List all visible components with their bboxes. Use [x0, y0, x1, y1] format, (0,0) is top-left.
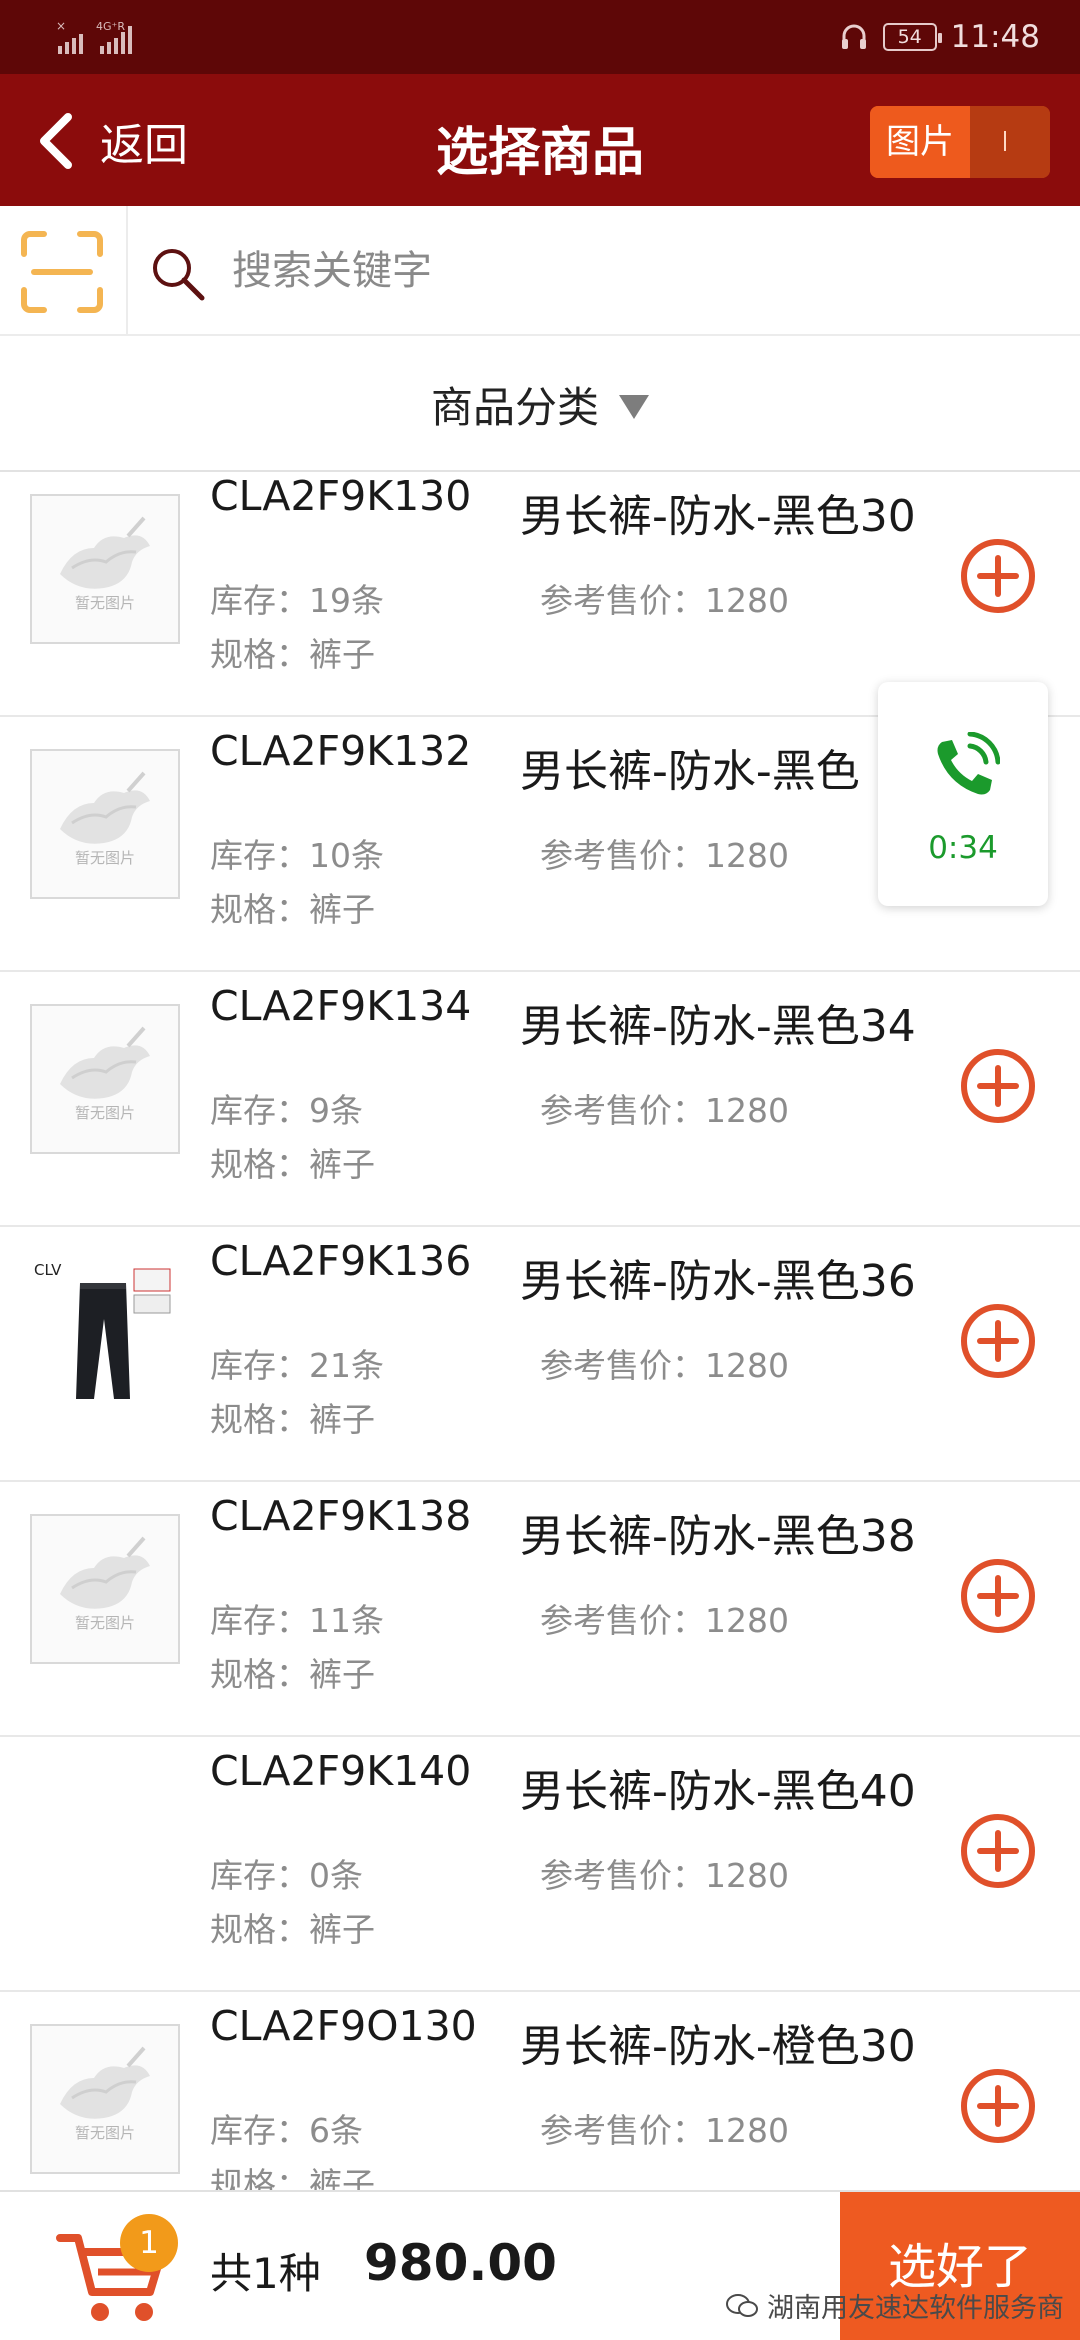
product-row[interactable]: 暂无图片 CLA2F9O130 男长裤-防水-橙色30 库存：6条 参考售价：1280 规…	[0, 1992, 1080, 2190]
category-label: 商品分类	[430, 383, 599, 432]
category-filter[interactable]: 商品分类	[0, 336, 1080, 472]
product-stock: 库存：6条	[210, 2111, 363, 2150]
pants-photo: CLV	[30, 1259, 176, 1405]
search-input[interactable]	[232, 234, 1032, 308]
product-thumbnail[interactable]: 暂无图片	[30, 749, 180, 899]
product-thumbnail[interactable]: CLV	[30, 1259, 180, 1409]
add-to-cart-button[interactable]	[958, 1046, 1038, 1126]
photo-brand: CLV	[34, 1261, 62, 1279]
product-spec: 规格：裤子	[210, 1910, 375, 1949]
product-name: 男长裤-防水-黑色34	[520, 1001, 916, 1052]
image-mode-toggle[interactable]: 图片	[870, 106, 1050, 178]
no-image-text: 暂无图片	[75, 1614, 135, 1632]
product-spec: 规格：裤子	[210, 1400, 375, 1439]
product-price: 参考售价：1280	[540, 1856, 789, 1895]
watermark-text: 湖南用友速达软件服务商	[767, 2293, 1064, 2324]
add-to-cart-button[interactable]	[958, 1301, 1038, 1381]
product-stock: 库存：19条	[210, 581, 384, 620]
wechat-icon	[726, 2293, 758, 2317]
product-thumbnail[interactable]: 暂无图片	[30, 494, 180, 644]
headphone-icon	[841, 24, 866, 49]
product-spec: 规格：裤子	[210, 635, 375, 674]
cart-footer: 1 共1种 980.00 选好了 湖南用友速达软件服务商	[0, 2190, 1080, 2340]
product-price: 参考售价：1280	[540, 1091, 789, 1130]
product-spec: 规格：裤子	[210, 1145, 375, 1184]
product-stock: 库存：10条	[210, 836, 384, 875]
add-to-cart-button[interactable]	[958, 536, 1038, 616]
product-thumbnail[interactable]: 暂无图片	[30, 1004, 180, 1154]
product-price: 参考售价：1280	[540, 2111, 789, 2150]
product-code: CLA2F9K132	[210, 727, 472, 775]
product-thumbnail[interactable]: 暂无图片	[30, 2024, 180, 2174]
search-icon	[153, 249, 205, 301]
watermark: 湖南用友速达软件服务商	[725, 2286, 1064, 2325]
product-code: CLA2F9K136	[210, 1237, 472, 1285]
add-to-cart-button[interactable]	[958, 1556, 1038, 1636]
product-name: 男长裤-防水-黑色36	[520, 1256, 916, 1307]
app-header: 返回 选择商品 图片	[0, 74, 1080, 206]
product-code: CLA2F9K138	[210, 1492, 472, 1540]
status-bar: × 4G⁺R 54 11:48	[0, 0, 1080, 74]
product-price: 参考售价：1280	[540, 581, 789, 620]
product-spec: 规格：裤子	[210, 890, 375, 929]
product-code: CLA2F9K134	[210, 982, 472, 1030]
product-thumbnail[interactable]: 暂无图片	[30, 1514, 180, 1664]
status-time: 11:48	[950, 19, 1040, 55]
product-name: 男长裤-防水-黑色	[520, 746, 860, 797]
total-amount: 980.00	[364, 2234, 557, 2292]
no-image-text: 暂无图片	[75, 849, 135, 867]
image-toggle-label: 图片	[870, 106, 970, 178]
caret-down-icon	[619, 394, 649, 419]
product-code: CLA2F9K130	[210, 474, 472, 520]
category-dropdown[interactable]: 商品分类	[0, 374, 1080, 435]
toggle-switch-track	[970, 106, 1050, 178]
product-price: 参考售价：1280	[540, 1346, 789, 1385]
product-code: CLA2F9O130	[210, 2002, 477, 2050]
product-stock: 库存：0条	[210, 1856, 363, 1895]
battery-indicator: 54	[882, 23, 942, 51]
no-image-placeholder-icon: 暂无图片	[60, 1026, 150, 1122]
product-thumbnail[interactable]	[30, 1769, 180, 1919]
no-image-text: 暂无图片	[75, 2124, 135, 2142]
no-image-text: 暂无图片	[75, 594, 135, 612]
phone-call-icon	[937, 732, 1000, 795]
no-image-placeholder-icon: 暂无图片	[60, 771, 150, 867]
product-row[interactable]: 暂无图片 CLA2F9K130 男长裤-防水-黑色30 库存：19条 参考售价：1280…	[0, 474, 1080, 717]
product-stock: 库存：21条	[210, 1346, 384, 1385]
no-image-placeholder-icon: 暂无图片	[60, 2046, 150, 2142]
item-count: 共1种	[210, 2249, 321, 2298]
product-spec: 规格：裤子	[210, 1655, 375, 1694]
product-spec: 规格：裤子	[210, 2165, 375, 2190]
svg-text:×: ×	[56, 19, 66, 33]
no-image-text: 暂无图片	[75, 1104, 135, 1122]
product-row[interactable]: CLA2F9K140 男长裤-防水-黑色40 库存：0条 参考售价：1280 规格：裤子	[0, 1737, 1080, 1992]
add-to-cart-button[interactable]	[958, 2066, 1038, 2146]
product-name: 男长裤-防水-黑色30	[520, 491, 916, 542]
call-duration: 0:34	[928, 830, 998, 866]
cart-badge: 1	[120, 2214, 178, 2272]
no-image-placeholder-icon: 暂无图片	[60, 1536, 150, 1632]
svg-text:4G⁺R: 4G⁺R	[96, 20, 125, 33]
no-image-placeholder-icon: 暂无图片	[60, 516, 150, 612]
signal-icon: × 4G⁺R	[56, 19, 132, 54]
call-floating-widget[interactable]: 0:34	[878, 682, 1048, 906]
search-bar	[0, 206, 1080, 336]
product-stock: 库存：11条	[210, 1601, 384, 1640]
product-row[interactable]: 暂无图片 CLA2F9K134 男长裤-防水-黑色34 库存：9条 参考售价：1280 规…	[0, 972, 1080, 1227]
add-to-cart-button[interactable]	[958, 1811, 1038, 1891]
product-row[interactable]: 暂无图片 CLA2F9K138 男长裤-防水-黑色38 库存：11条 参考售价：1280…	[0, 1482, 1080, 1737]
status-right: 54 11:48	[839, 14, 1040, 60]
product-row[interactable]: CLV CLA2F9K136 男长裤-防水-黑色36 库存：21条 参考售价：1280 规…	[0, 1227, 1080, 1482]
product-name: 男长裤-防水-橙色30	[520, 2021, 916, 2072]
product-name: 男长裤-防水-黑色38	[520, 1511, 916, 1562]
product-price: 参考售价：1280	[540, 1601, 789, 1640]
scan-button[interactable]	[0, 206, 128, 336]
app-screen: × 4G⁺R 54 11:48 返回 选择商品 图片 搜索关键字 商品分类 暂无…	[0, 0, 1080, 2340]
product-stock: 库存：9条	[210, 1091, 363, 1130]
product-code: CLA2F9K140	[210, 1747, 472, 1795]
product-price: 参考售价：1280	[540, 836, 789, 875]
product-name: 男长裤-防水-黑色40	[520, 1766, 916, 1817]
scan-icon	[21, 231, 103, 313]
